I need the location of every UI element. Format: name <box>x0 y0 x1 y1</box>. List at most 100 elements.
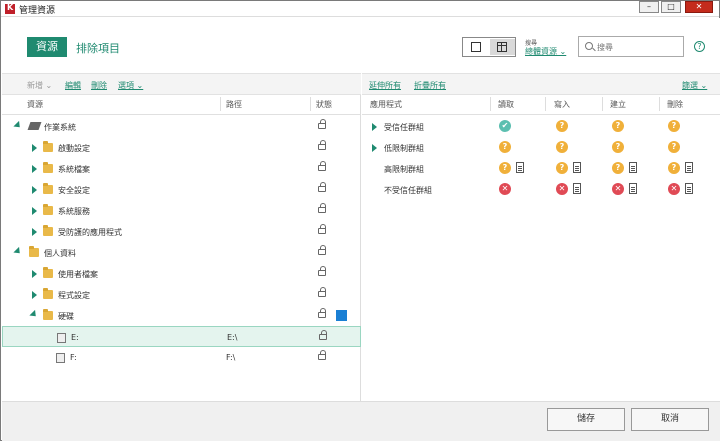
collapse-all-button[interactable]: 折疊所有 <box>414 80 446 91</box>
column-header-read[interactable]: 讀取 <box>498 99 514 110</box>
ask-icon[interactable]: ? <box>612 141 624 153</box>
maximize-button[interactable]: □ <box>661 1 681 13</box>
column-separator[interactable] <box>220 97 221 111</box>
allow-icon[interactable]: ✔ <box>499 120 511 132</box>
log-icon[interactable] <box>685 162 693 173</box>
ask-icon[interactable]: ? <box>668 141 680 153</box>
edit-button[interactable]: 編輯 <box>65 80 81 91</box>
split-view-button[interactable] <box>490 39 515 55</box>
lock-icon <box>318 350 326 360</box>
column-separator[interactable] <box>602 97 603 111</box>
tree-row[interactable]: 程式設定 <box>2 284 361 305</box>
tree-row[interactable]: 啟動設定 <box>2 137 361 158</box>
expand-arrow-icon[interactable] <box>32 144 37 152</box>
tree-item-label: 啟動設定 <box>58 144 90 153</box>
column-header-status[interactable]: 狀態 <box>316 99 332 110</box>
column-header-create[interactable]: 建立 <box>610 99 626 110</box>
deny-icon[interactable]: ✕ <box>556 183 568 195</box>
ask-icon[interactable]: ? <box>556 162 568 174</box>
chevron-down-icon: ⌄ <box>43 81 53 90</box>
group-row[interactable]: 受信任群組 ✔ ? ? ? <box>362 116 720 137</box>
log-icon[interactable] <box>629 162 637 173</box>
minimize-button[interactable]: – <box>639 1 659 13</box>
expand-arrow-icon[interactable] <box>32 228 37 236</box>
collapse-arrow-icon[interactable] <box>29 309 39 320</box>
group-row[interactable]: 高限制群組 ? ? ? ? <box>362 158 720 179</box>
delete-button[interactable]: 刪除 <box>91 80 107 91</box>
lock-icon <box>318 182 326 192</box>
ask-icon[interactable]: ? <box>612 120 624 132</box>
tree-item-label: F: <box>70 353 77 362</box>
kaspersky-logo-icon <box>5 3 15 14</box>
ask-icon[interactable]: ? <box>499 141 511 153</box>
expand-arrow-icon[interactable] <box>32 291 37 299</box>
tree-row[interactable]: 硬碟 <box>2 305 361 326</box>
expand-all-button[interactable]: 延伸所有 <box>369 80 401 91</box>
ask-icon[interactable]: ? <box>556 141 568 153</box>
lock-icon <box>319 330 327 340</box>
add-label: 新增 <box>27 81 43 90</box>
single-pane-icon <box>471 42 481 52</box>
search-input[interactable] <box>597 40 681 54</box>
group-label: 低限制群組 <box>384 144 424 153</box>
tree-row[interactable]: 使用者檔案 <box>2 263 361 284</box>
column-header-delete[interactable]: 刪除 <box>667 99 683 110</box>
log-icon[interactable] <box>573 162 581 173</box>
group-row[interactable]: 不受信任群組 ✕ ✕ ✕ ✕ <box>362 179 720 200</box>
cancel-button[interactable]: 取消 <box>631 408 709 431</box>
expand-arrow-icon[interactable] <box>372 144 377 152</box>
column-header-write[interactable]: 寫入 <box>554 99 570 110</box>
expand-arrow-icon[interactable] <box>32 207 37 215</box>
filter-button[interactable]: 篩選 ⌄ <box>682 80 707 91</box>
tree-row[interactable]: 個人資料 <box>2 242 361 263</box>
ask-icon[interactable]: ? <box>556 120 568 132</box>
lock-icon <box>318 245 326 255</box>
log-icon[interactable] <box>629 183 637 194</box>
lock-icon <box>318 140 326 150</box>
tree-row-selected[interactable]: E: E:\ <box>2 326 361 347</box>
options-label: 選項 <box>118 81 134 90</box>
operating-system-icon <box>27 122 42 130</box>
tree-row[interactable]: 作業系統 <box>2 116 361 137</box>
column-separator[interactable] <box>545 97 546 111</box>
column-header-path[interactable]: 路徑 <box>226 99 242 110</box>
ask-icon[interactable]: ? <box>612 162 624 174</box>
add-button[interactable]: 新增 ⌄ <box>27 80 52 91</box>
search-scope-dropdown[interactable]: 總體資源 ⌄ <box>525 46 566 57</box>
expand-arrow-icon[interactable] <box>32 165 37 173</box>
tree-row[interactable]: 受防護的應用程式 <box>2 221 361 242</box>
column-header-resource[interactable]: 資源 <box>27 99 43 110</box>
save-button[interactable]: 儲存 <box>547 408 625 431</box>
column-separator[interactable] <box>310 97 311 111</box>
tab-exclusions[interactable]: 排除項目 <box>76 40 120 56</box>
single-view-button[interactable] <box>464 39 489 55</box>
options-button[interactable]: 選項 ⌄ <box>118 80 143 91</box>
chevron-down-icon: ⌄ <box>557 47 567 56</box>
collapse-arrow-icon[interactable] <box>13 120 23 131</box>
column-separator[interactable] <box>490 97 491 111</box>
expand-arrow-icon[interactable] <box>32 186 37 194</box>
help-icon[interactable]: ? <box>694 41 705 52</box>
log-icon[interactable] <box>516 162 524 173</box>
group-row[interactable]: 低限制群組 ? ? ? ? <box>362 137 720 158</box>
tree-row[interactable]: 安全設定 <box>2 179 361 200</box>
deny-icon[interactable]: ✕ <box>499 183 511 195</box>
ask-icon[interactable]: ? <box>668 120 680 132</box>
deny-icon[interactable]: ✕ <box>668 183 680 195</box>
column-separator[interactable] <box>659 97 660 111</box>
expand-arrow-icon[interactable] <box>32 270 37 278</box>
tree-row[interactable]: 系統檔案 <box>2 158 361 179</box>
ask-icon[interactable]: ? <box>499 162 511 174</box>
collapse-arrow-icon[interactable] <box>13 246 23 257</box>
log-icon[interactable] <box>685 183 693 194</box>
lock-icon <box>318 224 326 234</box>
expand-arrow-icon[interactable] <box>372 123 377 131</box>
ask-icon[interactable]: ? <box>668 162 680 174</box>
column-header-application[interactable]: 應用程式 <box>370 99 402 110</box>
close-button[interactable]: ✕ <box>685 1 713 13</box>
tree-row[interactable]: F: F:\ <box>2 347 361 368</box>
tree-row[interactable]: 系統服務 <box>2 200 361 221</box>
tab-resources[interactable]: 資源 <box>27 37 67 57</box>
log-icon[interactable] <box>573 183 581 194</box>
deny-icon[interactable]: ✕ <box>612 183 624 195</box>
